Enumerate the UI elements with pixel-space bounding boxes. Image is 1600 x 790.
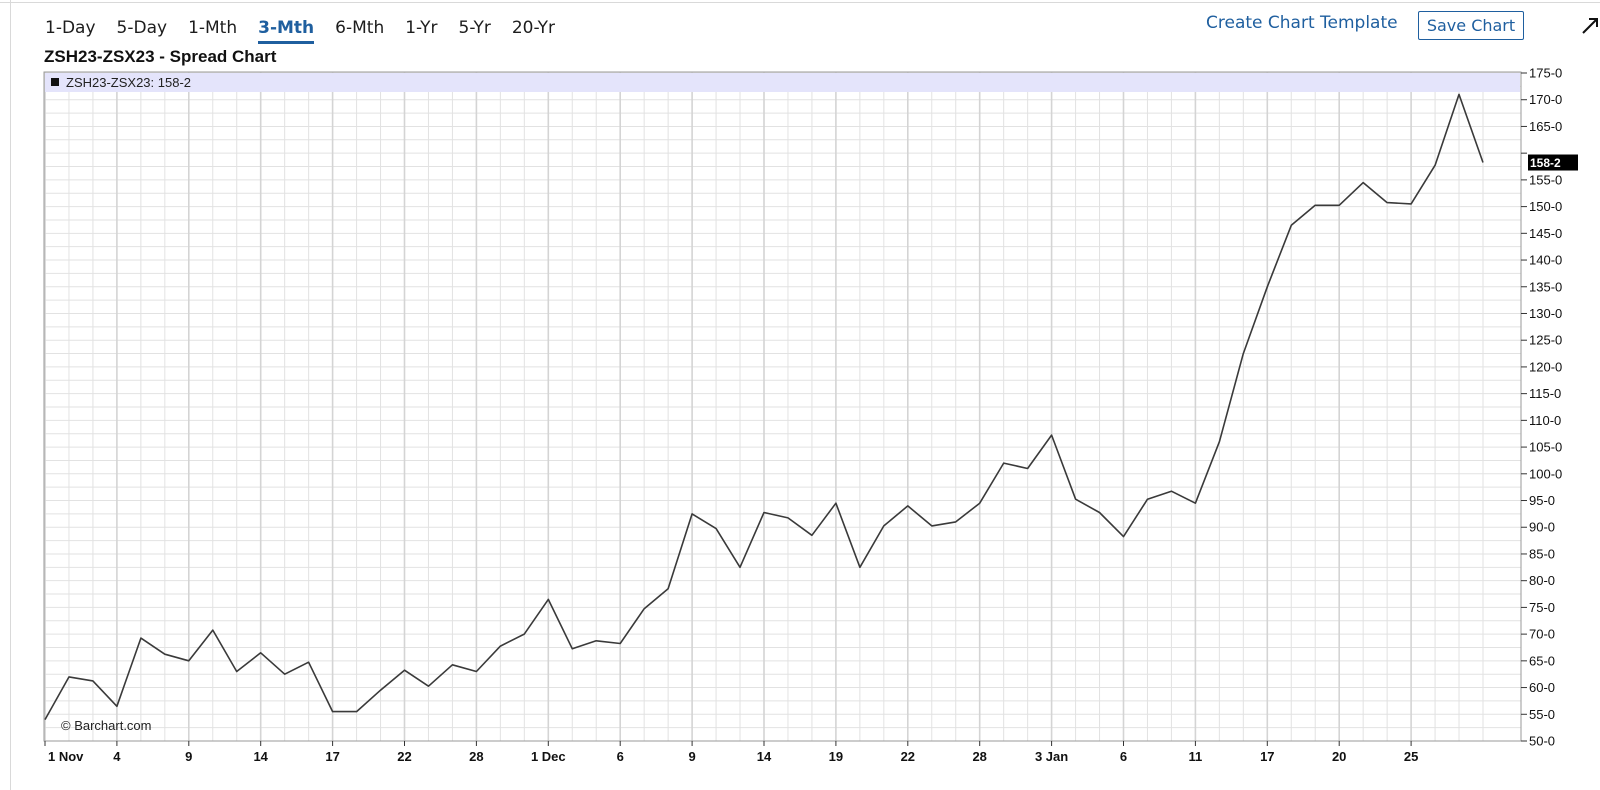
y-tick-label: 155-0 [1529, 172, 1562, 187]
x-tick-label: 9 [185, 749, 192, 764]
barchart-credit: © Barchart.com [61, 718, 152, 733]
legend-label: ZSH23-ZSX23: 158-2 [66, 75, 191, 90]
y-tick-label: 115-0 [1529, 386, 1561, 401]
x-tick-label: 19 [829, 749, 843, 764]
x-tick-label: 22 [901, 749, 915, 764]
y-tick-label: 120-0 [1529, 359, 1562, 374]
x-tick-label: 4 [113, 749, 121, 764]
current-price-label: 158-2 [1530, 156, 1561, 170]
y-tick-label: 80-0 [1529, 573, 1555, 588]
x-tick-label: 9 [688, 749, 695, 764]
x-tick-label: 1 Nov [48, 749, 84, 764]
x-tick-label: 11 [1189, 749, 1203, 764]
legend-swatch [51, 78, 59, 86]
y-tick-label: 150-0 [1529, 199, 1562, 214]
y-tick-label: 125-0 [1529, 333, 1562, 348]
y-tick-label: 170-0 [1529, 92, 1562, 107]
y-tick-label: 70-0 [1529, 627, 1555, 642]
x-tick-label: 17 [325, 749, 339, 764]
x-tick-label: 22 [397, 749, 411, 764]
x-tick-label: 6 [617, 749, 624, 764]
y-tick-label: 75-0 [1529, 600, 1555, 615]
y-tick-label: 60-0 [1529, 680, 1555, 695]
y-tick-label: 175-0 [1529, 66, 1562, 81]
y-tick-label: 95-0 [1529, 493, 1555, 508]
y-tick-label: 135-0 [1529, 279, 1562, 294]
y-tick-label: 55-0 [1529, 707, 1555, 722]
y-tick-label: 65-0 [1529, 653, 1555, 668]
x-tick-label: 14 [757, 749, 772, 764]
y-tick-label: 100-0 [1529, 466, 1562, 481]
x-tick-label: 1 Dec [531, 749, 566, 764]
x-tick-label: 20 [1332, 749, 1346, 764]
x-tick-label: 28 [972, 749, 986, 764]
y-tick-label: 165-0 [1529, 119, 1562, 134]
spread-chart: ZSH23-ZSX23: 158-2 175-0 170-0 165-0 155-0 15… [43, 66, 1578, 764]
x-tick-label: 17 [1260, 749, 1274, 764]
x-tick-label: 25 [1404, 749, 1418, 764]
y-tick-label: 105-0 [1529, 440, 1562, 455]
x-tick-label: 28 [469, 749, 483, 764]
x-tick-label: 14 [253, 749, 268, 764]
y-tick-label: 50-0 [1529, 734, 1555, 749]
y-tick-label: 140-0 [1529, 253, 1562, 268]
y-tick-label: 85-0 [1529, 546, 1555, 561]
y-tick-label: 130-0 [1529, 306, 1562, 321]
y-tick-label: 110-0 [1529, 413, 1561, 428]
y-tick-label: 145-0 [1529, 226, 1562, 241]
y-tick-label: 90-0 [1529, 520, 1555, 535]
x-tick-label: 3 Jan [1035, 749, 1068, 764]
x-tick-label: 6 [1120, 749, 1127, 764]
legend-band [45, 73, 1520, 92]
